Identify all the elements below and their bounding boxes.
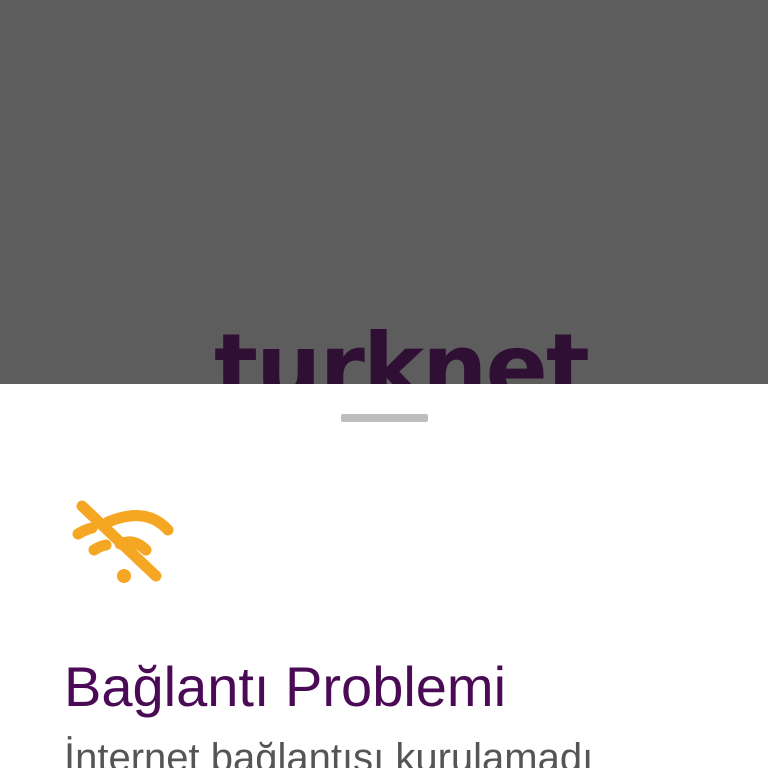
wifi-off-icon [72,500,174,583]
error-message: İnternet bağlantısı kurulamadı [64,736,594,768]
brand-logo: turknet [214,314,590,385]
dimmed-backdrop[interactable]: turknet [0,0,768,384]
error-title: Bağlantı Problemi [64,655,507,718]
sheet-drag-handle[interactable] [341,414,428,422]
app-screen: turknet Bağlantı Problemi İnternet bağla… [0,0,768,768]
bottom-sheet: Bağlantı Problemi İnternet bağlantısı ku… [0,384,768,768]
